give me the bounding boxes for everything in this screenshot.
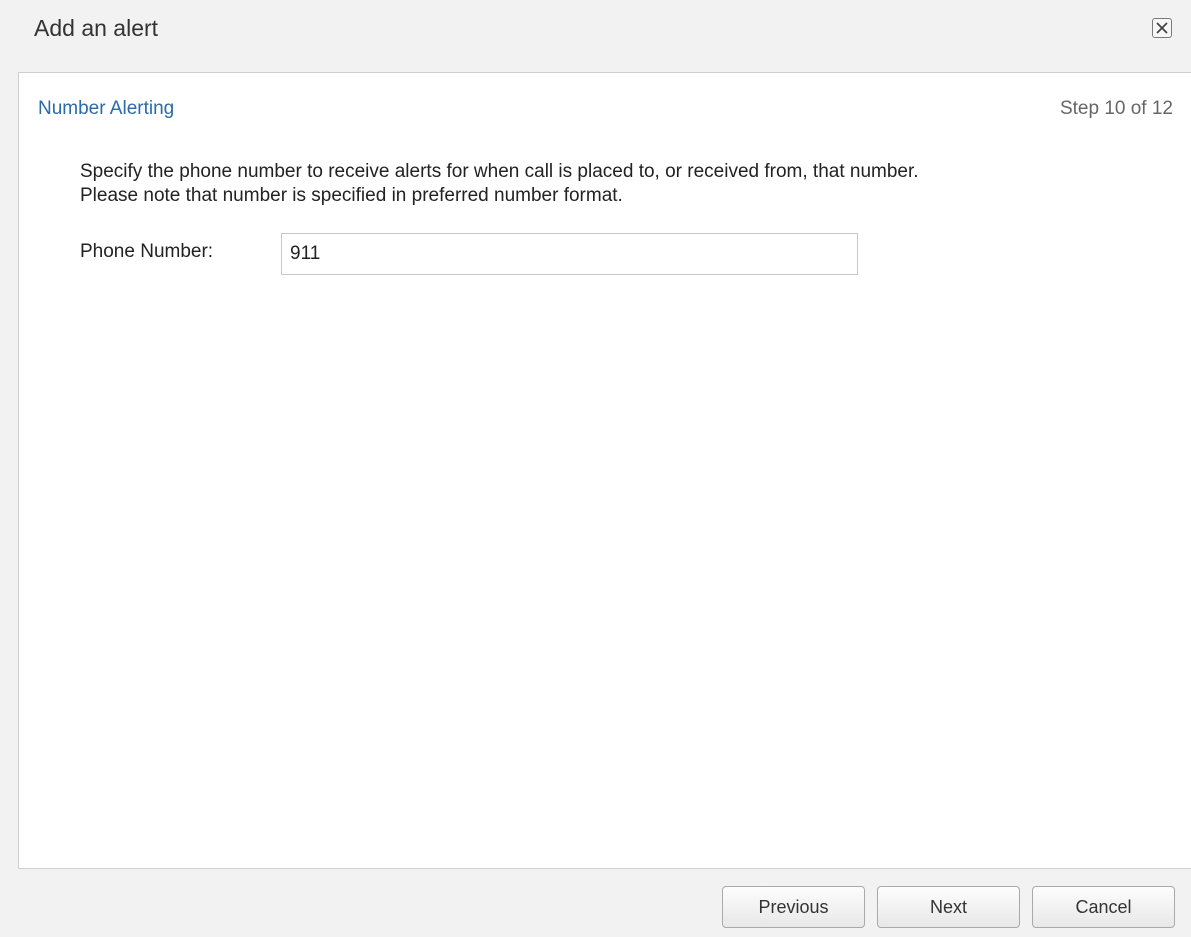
close-button[interactable] [1152, 18, 1172, 38]
instructions-line: Please note that number is specified in … [80, 185, 623, 206]
add-alert-dialog: Add an alert Number Alerting Step 10 of … [0, 0, 1191, 937]
cancel-button[interactable]: Cancel [1032, 886, 1175, 928]
phone-number-label: Phone Number: [80, 241, 214, 262]
close-icon [1156, 22, 1168, 34]
title-bar: Add an alert [0, 0, 1191, 72]
instructions-line: Specify the phone number to receive aler… [80, 161, 919, 182]
footer-bar: Previous Next Cancel [0, 869, 1191, 937]
dialog-title: Add an alert [34, 15, 159, 41]
step-indicator: Step 10 of 12 [1059, 98, 1173, 119]
phone-number-input[interactable] [281, 233, 858, 275]
previous-button[interactable]: Previous [722, 886, 865, 928]
wizard-panel: Number Alerting Step 10 of 12 Specify th… [18, 72, 1191, 869]
next-button[interactable]: Next [877, 886, 1020, 928]
instructions-text: Specify the phone number to receive aler… [80, 160, 1160, 208]
section-title: Number Alerting [38, 98, 175, 119]
